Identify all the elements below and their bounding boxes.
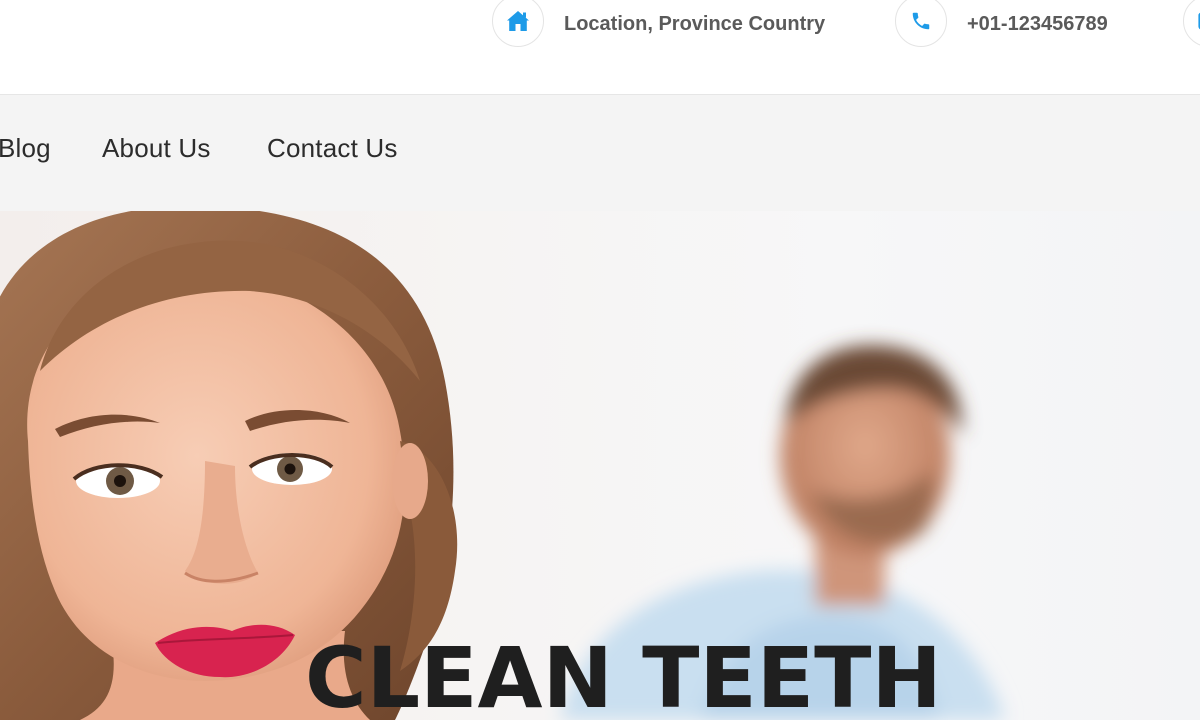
- phone-info[interactable]: +01-123456789: [895, 0, 1108, 48]
- location-info: Location, Province Country: [492, 0, 825, 48]
- hero-banner: CLEAN TEETH: [0, 211, 1200, 720]
- email-info[interactable]: [1183, 0, 1200, 48]
- nav-item-contact-us[interactable]: Contact Us: [267, 133, 398, 164]
- home-icon: [492, 0, 544, 47]
- phone-icon: [895, 0, 947, 47]
- nav-item-about-us[interactable]: About Us: [102, 133, 211, 164]
- hero-title: CLEAN TEETH: [305, 629, 942, 720]
- envelope-icon: [1183, 0, 1200, 47]
- top-info-bar: Location, Province Country +01-123456789: [0, 0, 1200, 95]
- page: Location, Province Country +01-123456789…: [0, 0, 1200, 720]
- nav-item-blog[interactable]: Blog: [0, 133, 51, 164]
- location-text: Location, Province Country: [564, 12, 826, 35]
- main-nav: Blog About Us Contact Us: [0, 95, 1200, 211]
- phone-text: +01-123456789: [967, 12, 1108, 35]
